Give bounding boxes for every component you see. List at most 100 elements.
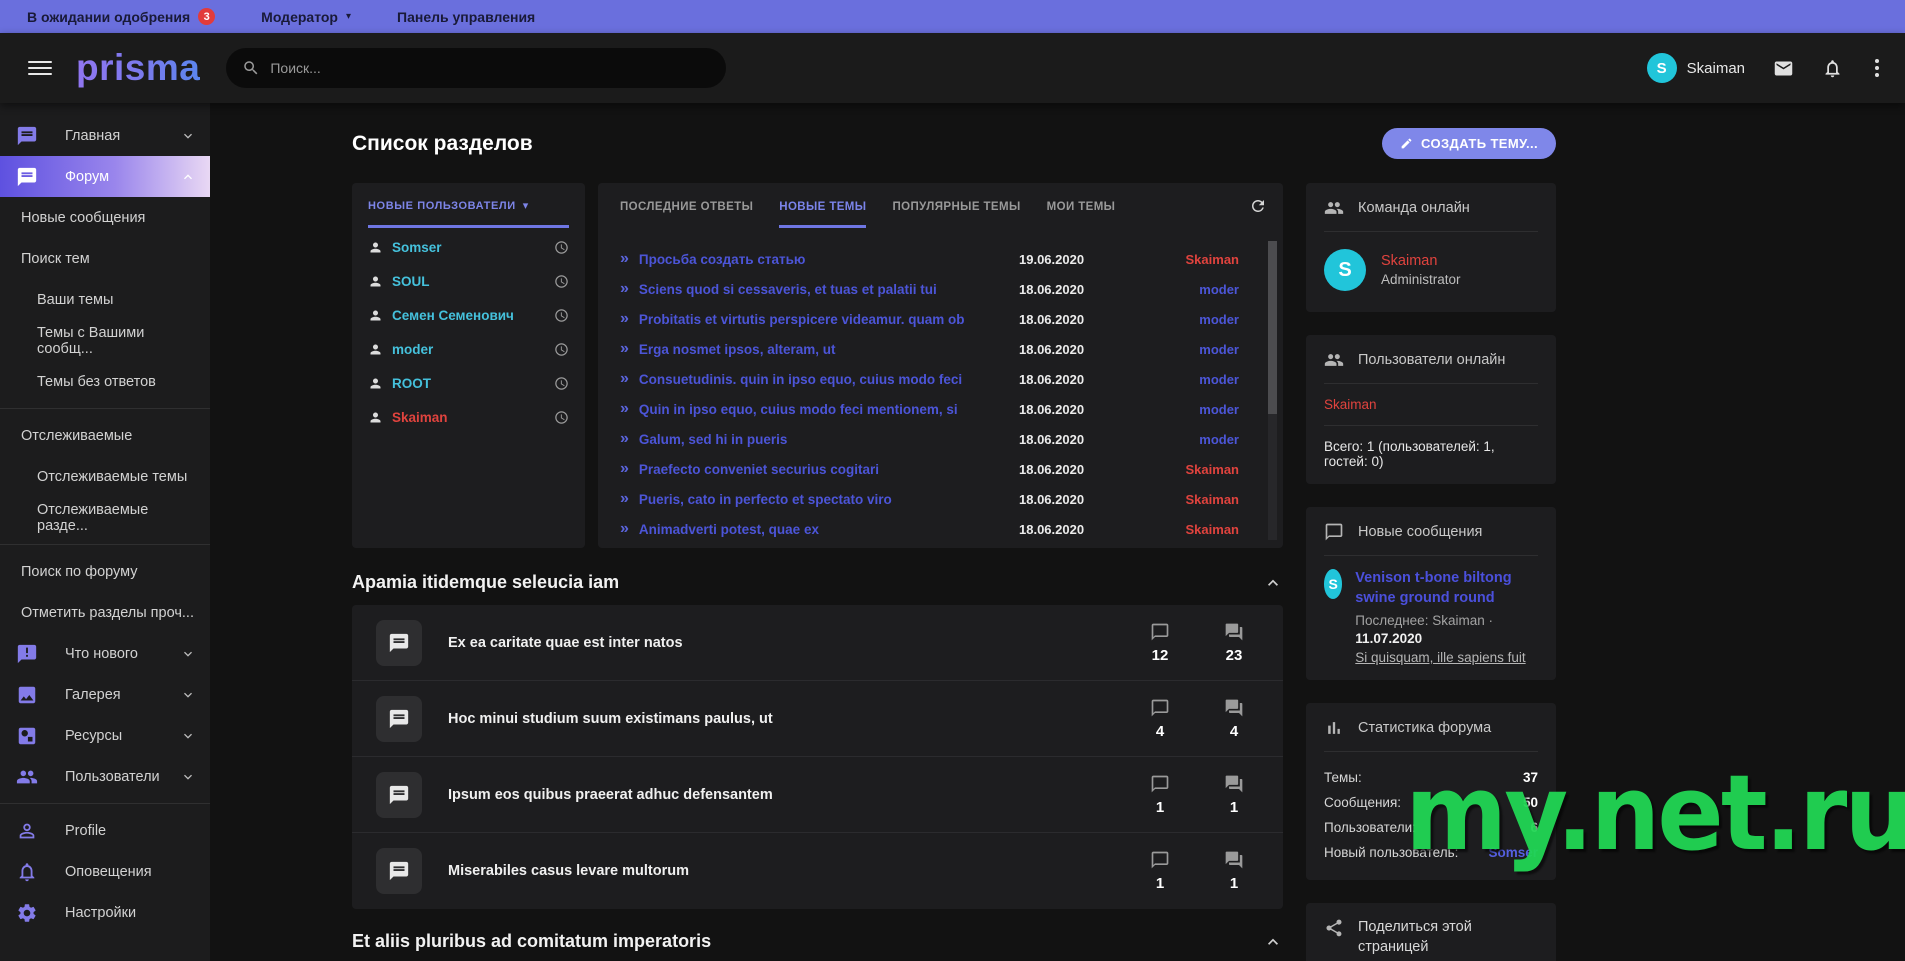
sidebar-item-resources[interactable]: Ресурсы <box>0 715 210 756</box>
tab-latest-replies[interactable]: ПОСЛЕДНИЕ ОТВЕТЫ <box>620 201 753 213</box>
card-divider <box>1324 425 1538 426</box>
topic-author-link[interactable]: moder <box>1159 342 1239 357</box>
forum-chat-icon <box>376 696 422 742</box>
sidebar-item-mark-forums-read[interactable]: Отметить разделы проч... <box>0 592 210 633</box>
stat-row: Новый пользователь: Somser <box>1324 840 1538 865</box>
sidebar-item-your-topics[interactable]: Ваши темы <box>0 279 210 320</box>
topic-link[interactable]: Quin in ipso equo, cuius modo feci menti… <box>639 402 1019 417</box>
prisma-logo[interactable]: prisma <box>76 47 200 89</box>
user-name-link[interactable]: Семен Семенович <box>392 308 514 323</box>
user-name-link[interactable]: moder <box>392 342 433 357</box>
user-name-link[interactable]: Skaiman <box>392 410 448 425</box>
sidebar-item-users[interactable]: Пользователи <box>0 756 210 797</box>
sidebar-item-gallery[interactable]: Галерея <box>0 674 210 715</box>
forum-link[interactable]: Miserabiles casus levare multorum <box>448 863 1137 879</box>
clock-icon[interactable] <box>554 410 569 425</box>
pending-approval-label: В ожидании одобрения <box>27 9 190 25</box>
topic-author-link[interactable]: Skaiman <box>1159 462 1239 477</box>
sidebar-item-search-topics[interactable]: Поиск тем <box>0 238 210 279</box>
sidebar-item-watched-topics[interactable]: Отслеживаемые темы <box>0 456 210 497</box>
topic-author-link[interactable]: moder <box>1159 372 1239 387</box>
user-name-link[interactable]: ROOT <box>392 376 431 391</box>
messages-button[interactable] <box>1773 58 1794 79</box>
refresh-icon[interactable] <box>1249 197 1267 220</box>
topics-scrollbar[interactable] <box>1268 241 1277 540</box>
sidebar-item-topics-with-your-posts[interactable]: Темы с Вашими сообщ... <box>0 320 210 361</box>
topic-author-link[interactable]: Skaiman <box>1159 492 1239 507</box>
message-forum-link[interactable]: Si quisquam, ille sapiens fuit <box>1355 650 1538 665</box>
create-topic-button[interactable]: СОЗДАТЬ ТЕМУ... <box>1382 128 1556 159</box>
tab-popular-topics[interactable]: ПОПУЛЯРНЫЕ ТЕМЫ <box>892 201 1020 213</box>
search-bar[interactable] <box>226 48 726 88</box>
topic-link[interactable]: Praefecto conveniet securius cogitari <box>639 462 1019 477</box>
newest-user-link[interactable]: Somser <box>1488 845 1538 860</box>
scrollbar-thumb[interactable] <box>1268 241 1277 414</box>
topic-link[interactable]: Sciens quod si cessaveris, et tuas et pa… <box>639 282 1019 297</box>
chat-bubble-icon <box>1148 698 1172 718</box>
online-user-link[interactable]: Skaiman <box>1324 397 1538 412</box>
topic-link[interactable]: Animadverti potest, quae ex <box>639 522 1019 537</box>
sidebar-item-whats-new[interactable]: Что нового <box>0 633 210 674</box>
clock-icon[interactable] <box>554 376 569 391</box>
topic-link[interactable]: Consuetudinis. quin in ipso equo, cuius … <box>639 372 1019 387</box>
account-menu[interactable]: S Skaiman <box>1647 53 1745 83</box>
forum-row[interactable]: Ipsum eos quibus praeerat adhuc defensan… <box>352 757 1283 833</box>
collapse-section-icon[interactable] <box>1263 573 1283 593</box>
clock-icon[interactable] <box>554 342 569 357</box>
sidebar-item-unanswered-topics[interactable]: Темы без ответов <box>0 361 210 402</box>
notifications-button[interactable] <box>1822 58 1843 79</box>
topic-date: 18.06.2020 <box>1019 342 1159 357</box>
user-name-link[interactable]: SOUL <box>392 274 430 289</box>
forum-row[interactable]: Hoc minui studium suum existimans paulus… <box>352 681 1283 757</box>
tab-my-topics[interactable]: МОИ ТЕМЫ <box>1047 201 1116 213</box>
control-panel-link[interactable]: Панель управления <box>397 9 535 25</box>
sidebar-item-forum[interactable]: Форум <box>0 156 210 197</box>
user-avatar[interactable]: S <box>1647 53 1677 83</box>
topic-link[interactable]: Pueris, cato in perfecto et spectato vir… <box>639 492 1019 507</box>
sidebar-item-settings[interactable]: Настройки <box>0 892 210 933</box>
topic-link[interactable]: Probitatis et virtutis perspicere videam… <box>639 312 1019 327</box>
topic-author-link[interactable]: Skaiman <box>1159 252 1239 267</box>
moderator-menu[interactable]: Модератор ▾ <box>261 9 351 25</box>
new-users-dropdown[interactable]: НОВЫЕ ПОЛЬЗОВАТЕЛИ ▾ <box>368 199 569 212</box>
forum-link[interactable]: Ipsum eos quibus praeerat adhuc defensan… <box>448 787 1137 803</box>
hamburger-menu-icon[interactable] <box>28 61 52 75</box>
team-member-avatar[interactable]: S <box>1324 249 1366 291</box>
topic-link[interactable]: Erga nosmet ipsos, alteram, ut <box>639 342 1019 357</box>
topic-author-link[interactable]: moder <box>1159 282 1239 297</box>
topic-author-link[interactable]: moder <box>1159 402 1239 417</box>
message-topic-link[interactable]: Venison t-bone biltong swine ground roun… <box>1355 569 1538 608</box>
chevron-down-icon <box>180 128 196 144</box>
forum-row[interactable]: Miserabiles casus levare multorum 1 1 <box>352 833 1283 909</box>
sidebar-item-new-messages[interactable]: Новые сообщения <box>0 197 210 238</box>
collapse-section-icon[interactable] <box>1263 932 1283 952</box>
topic-count: 1 <box>1156 799 1164 816</box>
tab-new-topics[interactable]: НОВЫЕ ТЕМЫ <box>779 201 866 213</box>
user-name-link[interactable]: Somser <box>392 240 442 255</box>
pencil-icon <box>1400 137 1413 150</box>
message-author-avatar[interactable]: S <box>1324 569 1342 599</box>
forum-link[interactable]: Hoc minui studium suum existimans paulus… <box>448 711 1137 727</box>
clock-icon[interactable] <box>554 274 569 289</box>
search-input[interactable] <box>270 60 710 76</box>
clock-icon[interactable] <box>554 240 569 255</box>
team-member-name[interactable]: Skaiman <box>1381 253 1461 269</box>
image-icon <box>15 683 39 707</box>
clock-icon[interactable] <box>554 308 569 323</box>
sidebar-item-profile[interactable]: Profile <box>0 810 210 851</box>
sidebar-item-home[interactable]: Главная <box>0 115 210 156</box>
forum-link[interactable]: Ex ea caritate quae est inter natos <box>448 635 1137 651</box>
sidebar-item-watched[interactable]: Отслеживаемые <box>0 415 210 456</box>
forum-row[interactable]: Ex ea caritate quae est inter natos 12 2… <box>352 605 1283 681</box>
pending-approval-link[interactable]: В ожидании одобрения 3 <box>27 8 215 25</box>
sidebar-item-alerts[interactable]: Оповещения <box>0 851 210 892</box>
kebab-menu-icon[interactable] <box>1871 59 1883 77</box>
sidebar-item-watched-forums[interactable]: Отслеживаемые разде... <box>0 497 210 538</box>
double-chevron-icon: » <box>620 341 629 357</box>
topic-author-link[interactable]: moder <box>1159 312 1239 327</box>
topic-link[interactable]: Galum, sed hi in pueris <box>639 432 1019 447</box>
topic-author-link[interactable]: moder <box>1159 432 1239 447</box>
topic-author-link[interactable]: Skaiman <box>1159 522 1239 537</box>
sidebar-item-search-forum[interactable]: Поиск по форуму <box>0 551 210 592</box>
topic-link[interactable]: Просьба создать статью <box>639 252 1019 267</box>
